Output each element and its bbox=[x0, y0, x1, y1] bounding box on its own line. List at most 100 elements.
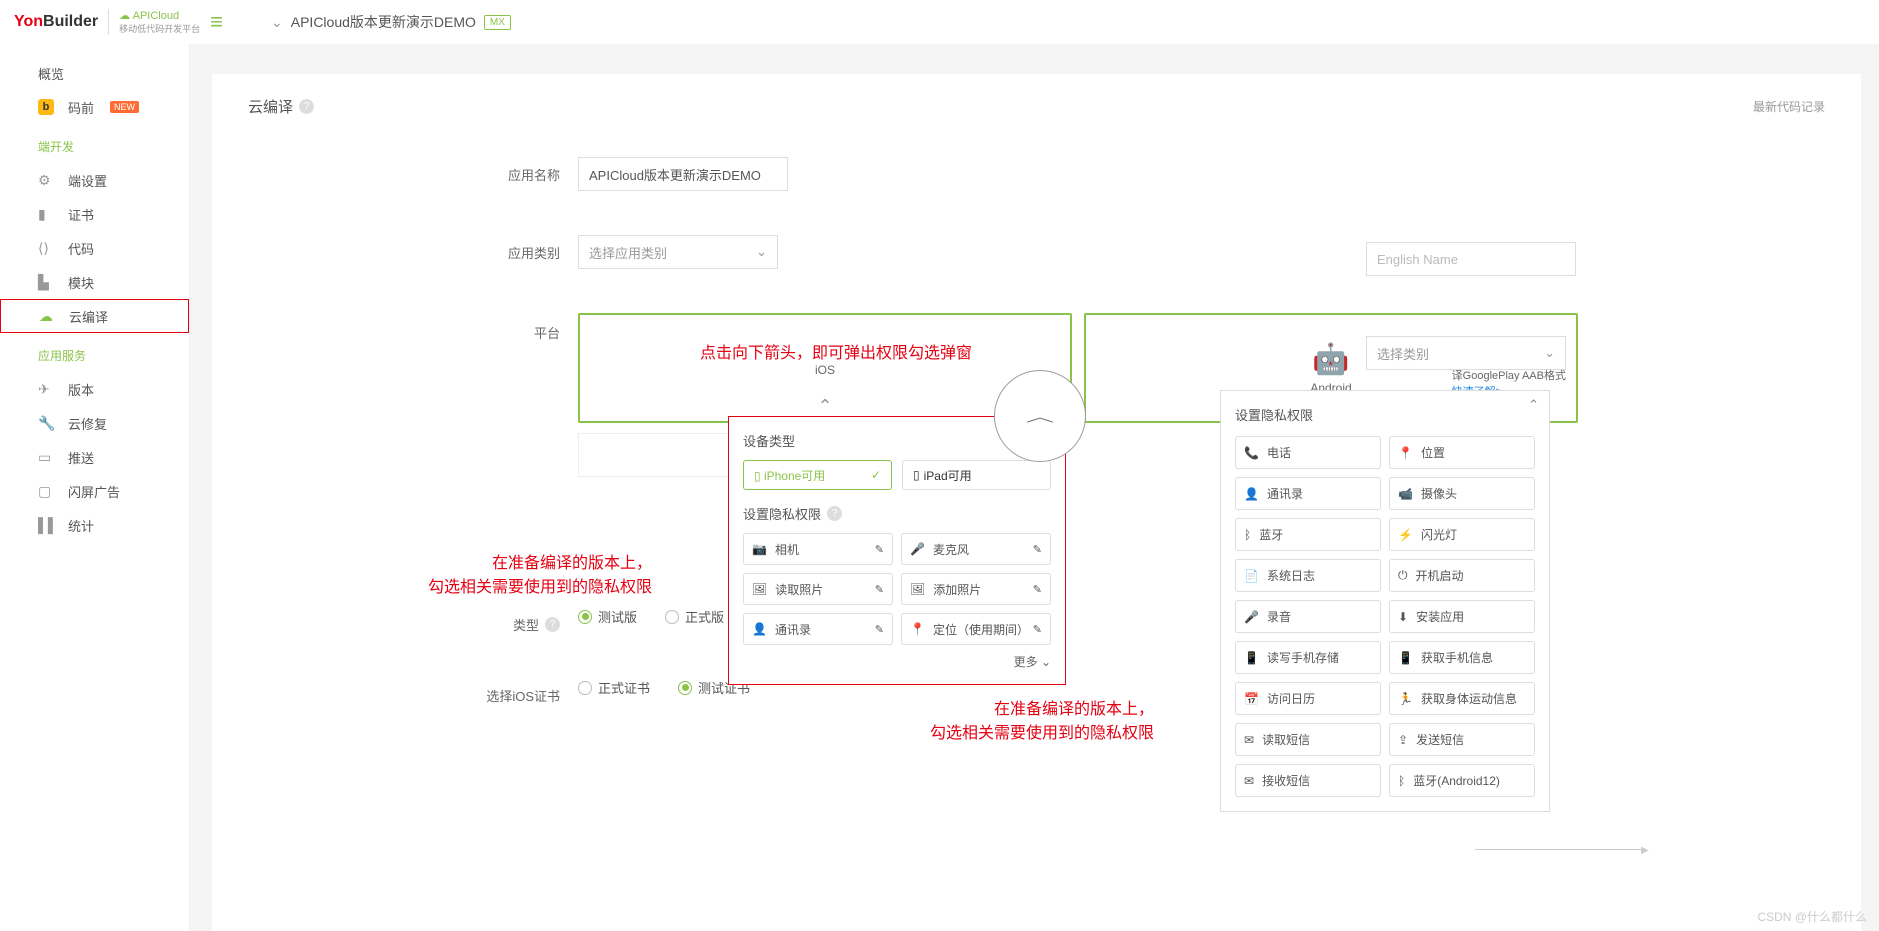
apicloud-logo: ☁ APICloud 移动低代码开发平台 bbox=[119, 9, 200, 35]
android-perm-title: 设置隐私权限 bbox=[1235, 405, 1535, 424]
android-icon: 🤖 bbox=[1312, 342, 1349, 377]
chevron-down-icon: ⌄ bbox=[1041, 655, 1051, 669]
check-icon: ✓ bbox=[871, 468, 881, 482]
help-icon[interactable]: ? bbox=[827, 506, 842, 521]
perm-chip[interactable]: ⇪发送短信 bbox=[1389, 723, 1535, 756]
watermark: CSDN @什么都什么 bbox=[1757, 908, 1867, 925]
chevron-up-icon: ︿ bbox=[1026, 406, 1054, 426]
mx-badge: MX bbox=[484, 15, 511, 30]
edit-icon[interactable]: ✎ bbox=[1033, 543, 1042, 556]
perm-icon: 🖼 bbox=[910, 582, 925, 596]
chevron-up-icon[interactable]: ⌃ bbox=[1528, 397, 1539, 413]
perm-chip[interactable]: 🖼添加照片✎ bbox=[901, 573, 1051, 605]
perm-chip[interactable]: 📍定位（使用期间）✎ bbox=[901, 613, 1051, 645]
sidebar-item-code[interactable]: ⟨⟩代码 bbox=[0, 231, 189, 265]
perm-chip[interactable]: 👤通讯录 bbox=[1235, 477, 1381, 510]
perm-chip[interactable]: 📷相机✎ bbox=[743, 533, 893, 565]
edit-icon[interactable]: ✎ bbox=[1033, 623, 1042, 636]
edit-icon[interactable]: ✎ bbox=[1033, 583, 1042, 596]
radio-cert-prod[interactable]: 正式证书 bbox=[578, 678, 650, 697]
perm-chip[interactable]: ⬇安装应用 bbox=[1389, 600, 1535, 633]
sidebar-item-version[interactable]: ✈版本 bbox=[0, 372, 189, 406]
perm-chip[interactable]: 🖼读取照片✎ bbox=[743, 573, 893, 605]
perm-chip[interactable]: 🎤麦克风✎ bbox=[901, 533, 1051, 565]
sidebar-maqian[interactable]: b 码前 NEW bbox=[0, 90, 189, 124]
perm-icon: 📹 bbox=[1398, 487, 1413, 501]
cloud-icon: ☁ bbox=[39, 308, 55, 325]
sidebar-overview[interactable]: 概览 bbox=[0, 56, 189, 90]
annotation-1: 点击向下箭头，即可弹出权限勾选弹窗 bbox=[700, 342, 972, 366]
sidebar-item-splash[interactable]: ▢闪屏广告 bbox=[0, 474, 189, 508]
perm-icon: 📍 bbox=[1398, 446, 1413, 460]
sidebar-item-stats[interactable]: ▌▌统计 bbox=[0, 508, 189, 542]
perm-icon: 📞 bbox=[1244, 446, 1259, 460]
chevron-up-icon[interactable]: ⌃ bbox=[817, 396, 832, 417]
app-name-input[interactable] bbox=[578, 157, 788, 191]
logo-builder: Builder bbox=[43, 13, 98, 31]
perm-chip[interactable]: 📱读写手机存储 bbox=[1235, 641, 1381, 674]
menu-toggle-icon[interactable]: ≡ bbox=[210, 9, 223, 35]
perm-icon: 🎤 bbox=[1244, 610, 1259, 624]
perm-icon: ✉ bbox=[1244, 774, 1254, 788]
perm-chip[interactable]: ᛒ蓝牙(Android12) bbox=[1389, 764, 1535, 797]
chevron-down-icon[interactable]: ⌄ bbox=[271, 14, 283, 31]
breadcrumb: ⌄ APICloud版本更新演示DEMO MX bbox=[271, 12, 511, 32]
perm-icon: ᛒ bbox=[1244, 528, 1251, 542]
perm-chip[interactable]: ✉读取短信 bbox=[1235, 723, 1381, 756]
magnifier-circle: ︿ bbox=[994, 370, 1086, 462]
perm-chip[interactable]: ᛒ蓝牙 bbox=[1235, 518, 1381, 551]
perm-icon: 🏃 bbox=[1398, 692, 1413, 706]
chart-icon: ▌▌ bbox=[38, 517, 54, 533]
perm-chip[interactable]: 🎤录音 bbox=[1235, 600, 1381, 633]
sidebar-item-push[interactable]: ▭推送 bbox=[0, 440, 189, 474]
edit-icon[interactable]: ✎ bbox=[875, 583, 884, 596]
perm-chip[interactable]: 📞电话 bbox=[1235, 436, 1381, 469]
perm-chip[interactable]: ✉接收短信 bbox=[1235, 764, 1381, 797]
perm-icon: 🎤 bbox=[910, 542, 925, 556]
perm-label: 设置隐私权限? bbox=[743, 504, 1051, 523]
more-button[interactable]: 更多 ⌄ bbox=[743, 653, 1051, 670]
sidebar-item-module[interactable]: ▙模块 bbox=[0, 265, 189, 299]
perm-chip[interactable]: ⏻开机启动 bbox=[1389, 559, 1535, 592]
logo-yon: Yon bbox=[14, 13, 43, 31]
radio-test[interactable]: 测试版 bbox=[578, 607, 637, 626]
rocket-icon: ✈ bbox=[38, 381, 54, 398]
code-bracket-icon: ⟨⟩ bbox=[38, 240, 54, 257]
chip-iphone[interactable]: ▯ iPhone可用✓ bbox=[743, 460, 892, 490]
sidebar-section-dev: 端开发 bbox=[0, 124, 189, 163]
perm-chip[interactable]: 🏃获取身体运动信息 bbox=[1389, 682, 1535, 715]
sidebar-section-svc: 应用服务 bbox=[0, 333, 189, 372]
perm-icon: 👤 bbox=[1244, 487, 1259, 501]
latest-code-link[interactable]: 最新代码记录 bbox=[1753, 98, 1825, 115]
perm-chip[interactable]: 📅访问日历 bbox=[1235, 682, 1381, 715]
chip-ipad[interactable]: ▯iPad可用 bbox=[902, 460, 1051, 490]
edit-icon[interactable]: ✎ bbox=[875, 543, 884, 556]
perm-icon: 👤 bbox=[752, 622, 767, 636]
english-name-input[interactable] bbox=[1366, 242, 1576, 276]
perm-icon: 📅 bbox=[1244, 692, 1259, 706]
help-icon[interactable]: ? bbox=[545, 617, 560, 632]
perm-icon: 📄 bbox=[1244, 569, 1259, 583]
perm-chip[interactable]: 📹摄像头 bbox=[1389, 477, 1535, 510]
perm-chip[interactable]: 📱获取手机信息 bbox=[1389, 641, 1535, 674]
perm-icon: 🖼 bbox=[752, 582, 767, 596]
gear-icon: ⚙ bbox=[38, 172, 54, 189]
perm-icon: 📱 bbox=[1244, 651, 1259, 665]
perm-chip[interactable]: 📄系统日志 bbox=[1235, 559, 1381, 592]
edit-icon[interactable]: ✎ bbox=[875, 623, 884, 636]
radio-prod[interactable]: 正式版 bbox=[665, 607, 724, 626]
sidebar-item-repair[interactable]: 🔧云修复 bbox=[0, 406, 189, 440]
section-title: 云编译 ? bbox=[248, 96, 314, 117]
sidebar-item-settings[interactable]: ⚙端设置 bbox=[0, 163, 189, 197]
app-category-select[interactable]: 选择应用类别⌄ bbox=[578, 235, 778, 269]
sidebar-item-cloud-compile[interactable]: ☁云编译 bbox=[0, 299, 189, 333]
perm-chip[interactable]: 📍位置 bbox=[1389, 436, 1535, 469]
perm-icon: 📍 bbox=[910, 622, 925, 636]
label-type: 类型? bbox=[248, 607, 578, 634]
perm-chip[interactable]: 👤通讯录✎ bbox=[743, 613, 893, 645]
perm-chip[interactable]: ⚡闪光灯 bbox=[1389, 518, 1535, 551]
sidebar-item-cert[interactable]: ▮证书 bbox=[0, 197, 189, 231]
help-icon[interactable]: ? bbox=[299, 99, 314, 114]
perm-icon: ᛒ bbox=[1398, 774, 1405, 788]
perm-icon: 📱 bbox=[1398, 651, 1413, 665]
